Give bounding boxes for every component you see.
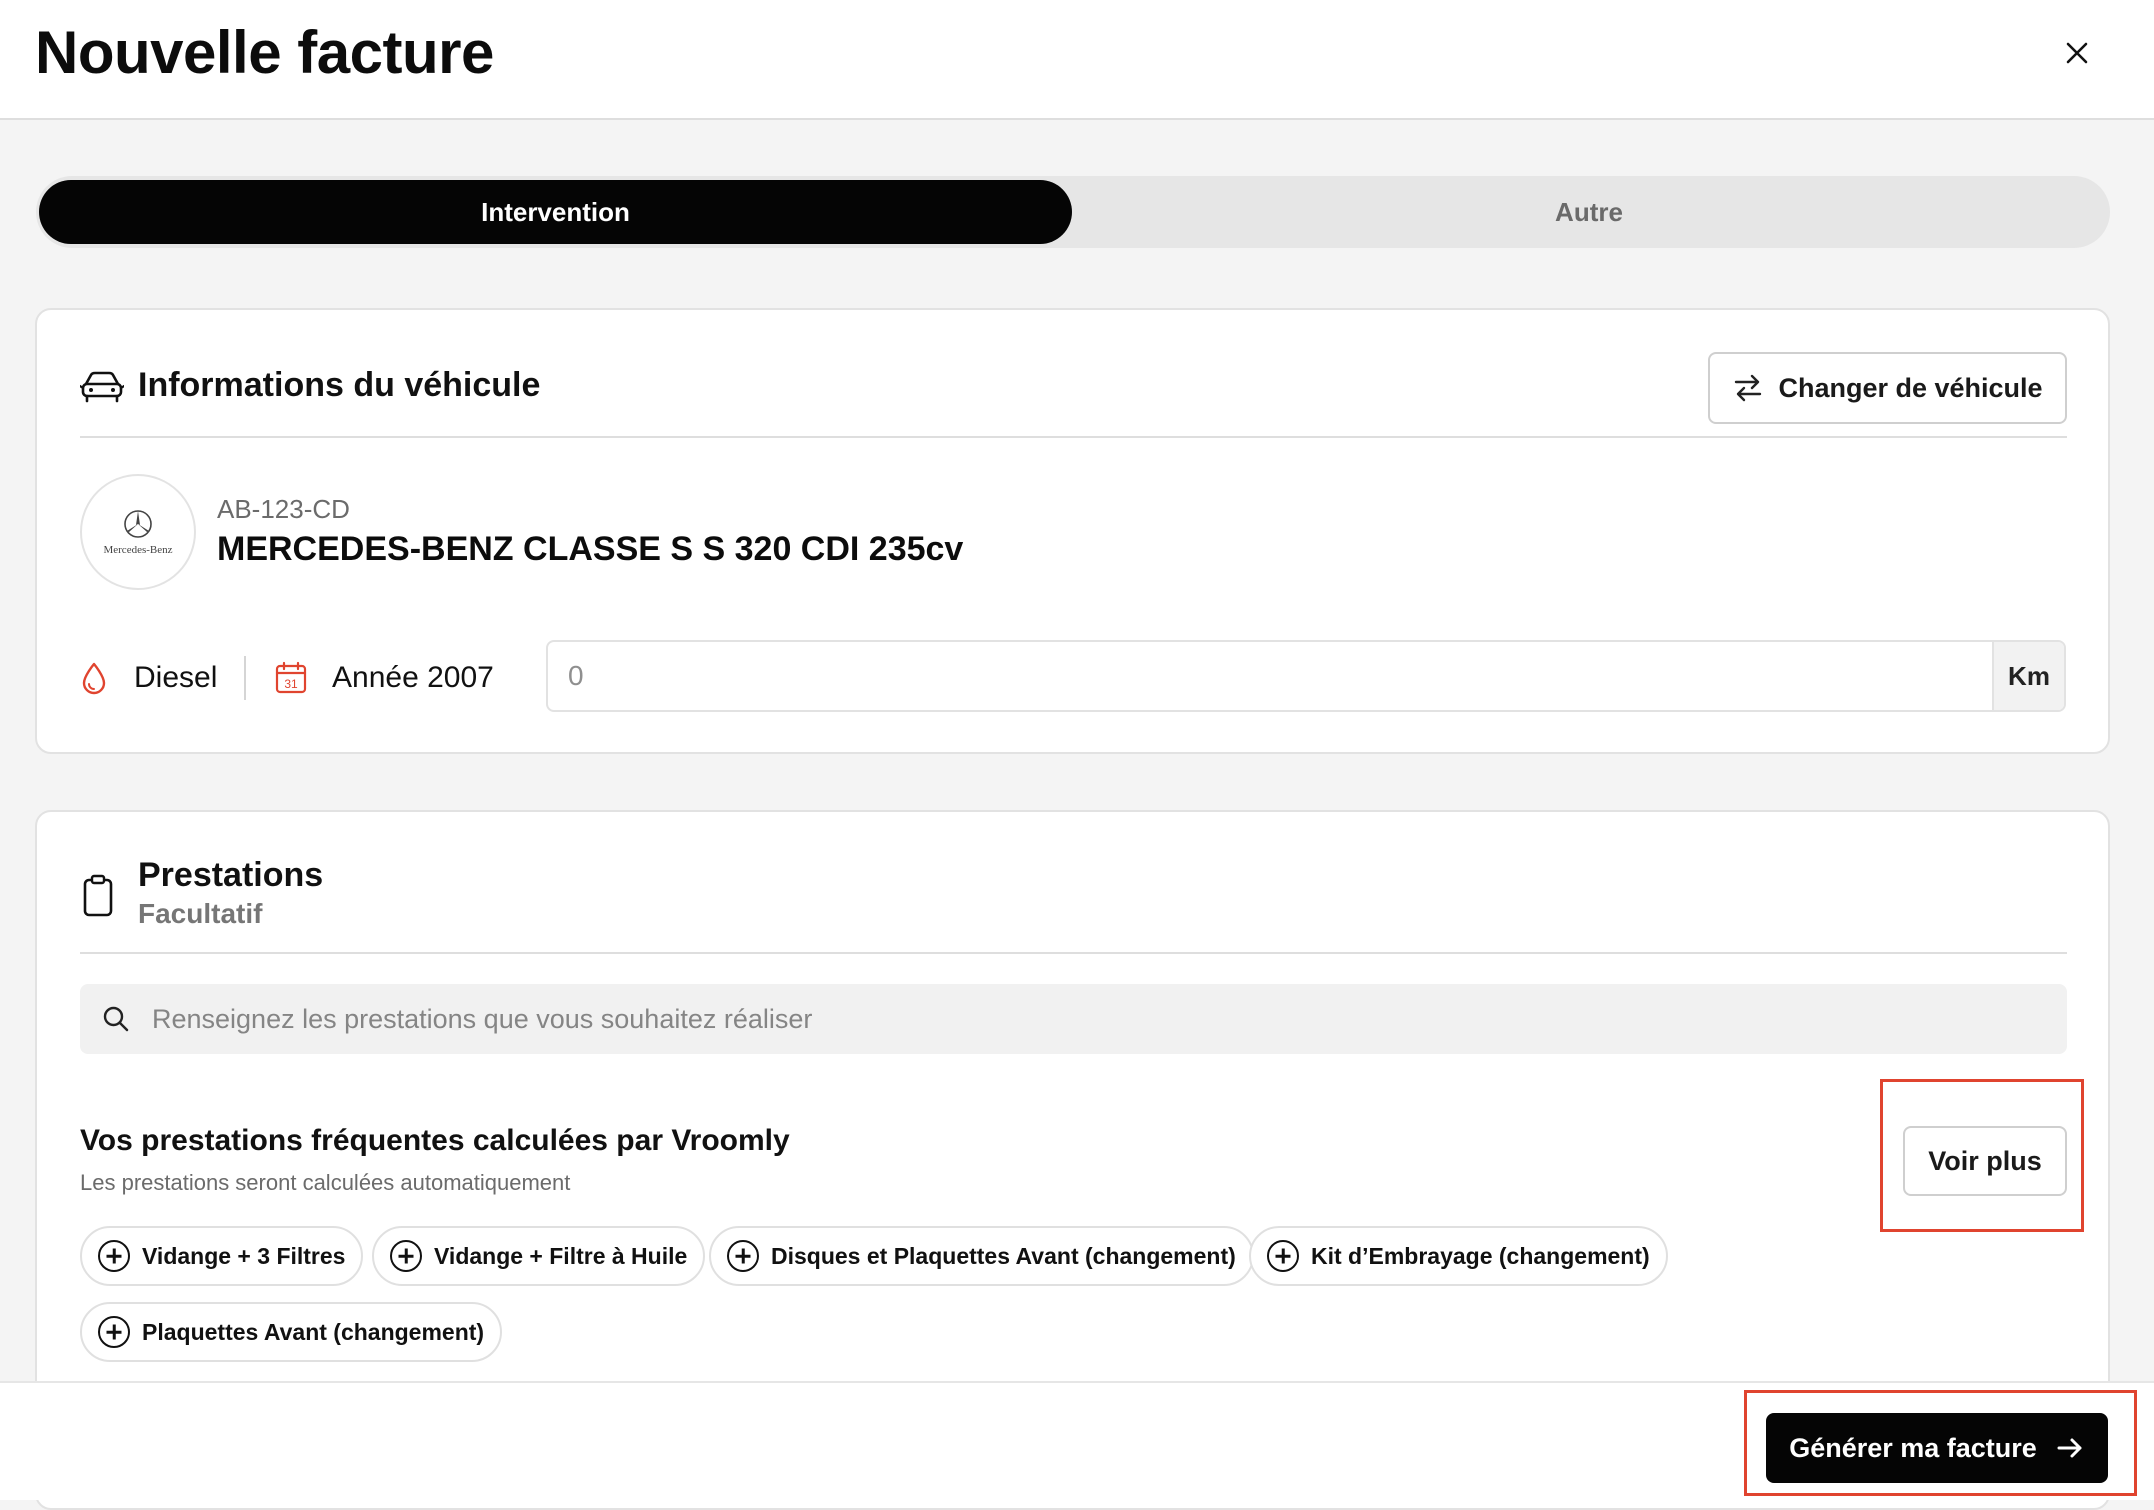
plus-circle-icon <box>98 1240 130 1272</box>
close-icon <box>2066 42 2088 64</box>
generate-invoice-label: Générer ma facture <box>1789 1432 2037 1463</box>
vehicle-card-title: Informations du véhicule <box>138 366 541 404</box>
change-vehicle-label: Changer de véhicule <box>1778 372 2043 403</box>
close-button[interactable] <box>2054 30 2100 76</box>
clipboard-icon <box>83 874 113 917</box>
services-search <box>80 984 2067 1054</box>
brand-logo-text: Mercedes-Benz <box>103 544 173 556</box>
fuel-drop-icon <box>82 662 106 695</box>
vehicle-year: 31 Année 2007 <box>274 650 494 706</box>
tab-intervention[interactable]: Intervention <box>39 180 1072 244</box>
vehicle-model: MERCEDES-BENZ CLASSE S S 320 CDI 235cv <box>217 530 964 568</box>
change-vehicle-button[interactable]: Changer de véhicule <box>1708 352 2067 424</box>
see-more-label: Voir plus <box>1928 1145 2042 1176</box>
services-optional-label: Facultatif <box>138 898 263 929</box>
mileage-field: Km <box>546 640 2066 712</box>
service-chip-label: Disques et Plaquettes Avant (changement) <box>771 1242 1236 1269</box>
calendar-day-number: 31 <box>284 677 298 691</box>
frequent-services-subtitle: Les prestations seront calculées automat… <box>80 1170 571 1195</box>
service-chip-label: Kit d’Embrayage (changement) <box>1311 1242 1650 1269</box>
license-plate: AB-123-CD <box>217 494 350 524</box>
vehicle-card-divider <box>80 436 2067 438</box>
mercedes-star-icon <box>124 510 152 538</box>
plus-circle-icon <box>390 1240 422 1272</box>
service-chip[interactable]: Disques et Plaquettes Avant (changement) <box>709 1226 1254 1286</box>
frequent-services-title: Vos prestations fréquentes calculées par… <box>80 1124 790 1157</box>
fuel-label: Diesel <box>134 661 218 694</box>
services-card-title: Prestations <box>138 856 324 894</box>
search-icon <box>103 1006 129 1032</box>
plus-circle-icon <box>727 1240 759 1272</box>
tab-autre[interactable]: Autre <box>1072 180 2106 244</box>
modal-header: Nouvelle facture <box>0 0 2154 120</box>
brand-logo: Mercedes-Benz <box>80 474 196 590</box>
calendar-icon: 31 <box>275 661 307 694</box>
service-chip[interactable]: Kit d’Embrayage (changement) <box>1249 1226 1668 1286</box>
services-card-divider <box>80 952 2067 954</box>
modal-footer: Générer ma facture <box>0 1381 2154 1500</box>
plus-circle-icon <box>98 1316 130 1348</box>
service-chip[interactable]: Vidange + 3 Filtres <box>80 1226 364 1286</box>
car-icon <box>80 371 124 403</box>
service-chip[interactable]: Plaquettes Avant (changement) <box>80 1302 503 1362</box>
fuel-type: Diesel <box>80 650 217 706</box>
year-label: Année 2007 <box>332 661 494 694</box>
vehicle-info-card: Informations du véhicule Changer de véhi… <box>35 308 2110 754</box>
page-title: Nouvelle facture <box>35 19 494 86</box>
invoice-type-tabs: Intervention Autre <box>36 176 2110 248</box>
generate-invoice-button[interactable]: Générer ma facture <box>1766 1413 2108 1483</box>
service-chip-label: Vidange + Filtre à Huile <box>434 1242 688 1269</box>
mileage-unit: Km <box>1992 642 2064 710</box>
swap-arrows-icon <box>1735 374 1762 402</box>
plus-circle-icon <box>1267 1240 1299 1272</box>
service-chip[interactable]: Vidange + Filtre à Huile <box>372 1226 706 1286</box>
mileage-input[interactable] <box>548 642 1994 710</box>
service-chip-label: Plaquettes Avant (changement) <box>142 1318 485 1345</box>
services-search-input[interactable] <box>152 984 2042 1054</box>
service-chip-label: Vidange + 3 Filtres <box>142 1242 346 1269</box>
arrow-right-icon <box>2057 1438 2082 1458</box>
meta-separator <box>244 656 246 700</box>
see-more-button[interactable]: Voir plus <box>1903 1126 2067 1196</box>
